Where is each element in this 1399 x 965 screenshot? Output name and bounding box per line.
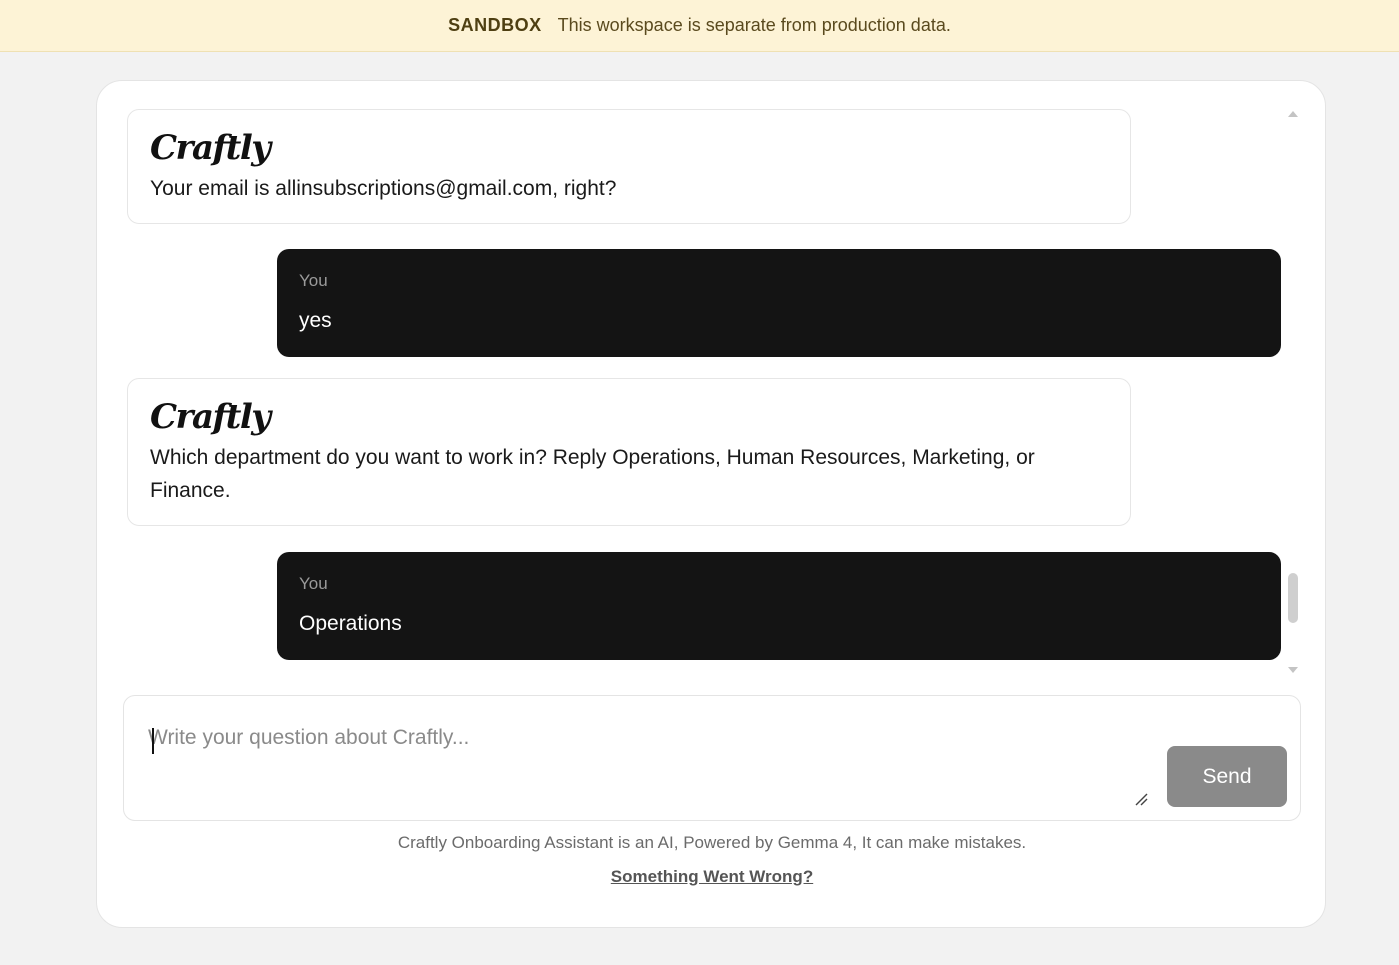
user-message: You Operations xyxy=(277,552,1281,660)
craftly-logo: Craftly xyxy=(150,128,271,168)
report-problem-link[interactable]: Something Went Wrong? xyxy=(97,867,1327,887)
ai-disclaimer: Craftly Onboarding Assistant is an AI, P… xyxy=(397,833,1027,852)
scroll-up-arrow-icon[interactable] xyxy=(1288,111,1298,117)
sandbox-tag: SANDBOX xyxy=(448,15,542,35)
sandbox-message: This workspace is separate from producti… xyxy=(557,15,951,35)
scroll-down-arrow-icon[interactable] xyxy=(1288,667,1298,673)
text-caret xyxy=(152,728,154,754)
assistant-message-text: Which department do you want to work in?… xyxy=(150,446,1035,502)
user-message-label: You xyxy=(299,574,328,593)
resize-handle-icon[interactable] xyxy=(1134,792,1148,806)
sandbox-banner: SANDBOX This workspace is separate from … xyxy=(0,0,1399,52)
assistant-message: Craftly Your email is allinsubscriptions… xyxy=(127,109,1131,224)
message-list[interactable]: Craftly Your email is allinsubscriptions… xyxy=(97,81,1327,673)
craftly-logo: Craftly xyxy=(150,397,271,437)
user-message-text: yes xyxy=(299,309,332,332)
message-scrollbar[interactable] xyxy=(1285,111,1301,673)
user-message: You yes xyxy=(277,249,1281,357)
user-message-text: Operations xyxy=(299,612,402,635)
assistant-message: Craftly Which department do you want to … xyxy=(127,378,1131,526)
composer: Send xyxy=(123,695,1301,821)
question-input[interactable] xyxy=(148,726,1148,806)
scrollbar-thumb[interactable] xyxy=(1288,573,1298,623)
assistant-message-text: Your email is allinsubscriptions@gmail.c… xyxy=(150,177,617,200)
send-button[interactable]: Send xyxy=(1167,746,1287,807)
user-message-label: You xyxy=(299,271,328,290)
chat-card: Craftly Your email is allinsubscriptions… xyxy=(96,80,1326,928)
